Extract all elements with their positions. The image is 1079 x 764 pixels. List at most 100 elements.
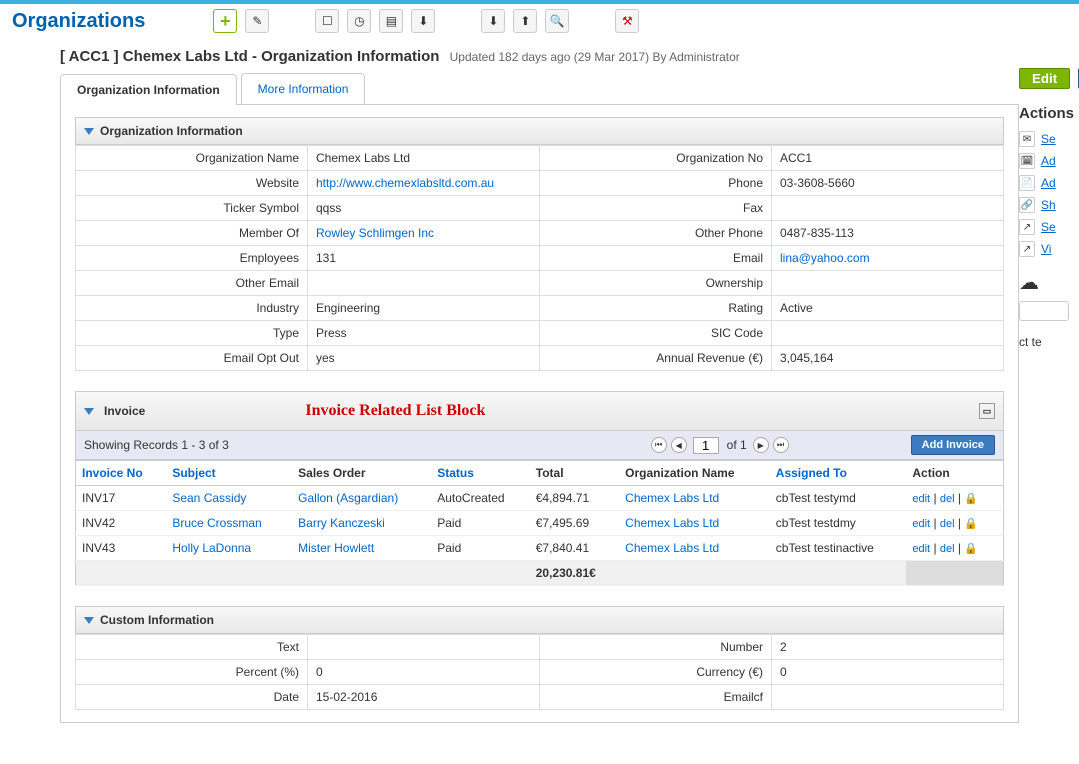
field-label: Currency (€) [540, 660, 772, 685]
lock-icon: 🔒 [964, 493, 978, 505]
header-toolbar: Organizations + ✎ ☐ ◷ ▤ ⬇ ⬇ ⬆ 🔍 ⚒ [0, 4, 1079, 38]
pager-prev-button[interactable]: ◀ [671, 437, 687, 453]
cell-subject-link[interactable]: Sean Cassidy [172, 491, 246, 505]
lock-icon: 🔒 [964, 518, 978, 530]
col-org[interactable]: Organization Name [619, 461, 770, 486]
export2-button[interactable]: ⬆ [513, 9, 537, 33]
table-row: INV17Sean CassidyGallon (Asgardian)AutoC… [76, 486, 1004, 511]
edit-button[interactable]: Edit [1019, 68, 1070, 89]
cell-invoice-no: INV17 [76, 486, 167, 511]
cell-so-link[interactable]: Gallon (Asgardian) [298, 491, 398, 505]
row-del-link[interactable]: del [940, 518, 955, 530]
import-button[interactable]: ⬇ [481, 9, 505, 33]
row-del-link[interactable]: del [940, 543, 955, 555]
hammer-button[interactable]: ⚒ [615, 9, 639, 33]
link[interactable]: http://www.chemexlabsltd.com.au [316, 176, 494, 190]
field-label: Rating [540, 296, 772, 321]
field-value: Active [772, 296, 1004, 321]
field-value: Chemex Labs Ltd [308, 146, 540, 171]
org-info-section-head[interactable]: Organization Information [75, 117, 1004, 145]
row-edit-link[interactable]: edit [912, 543, 930, 555]
cell-invoice-no: INV42 [76, 511, 167, 536]
org-info-table: Organization NameChemex Labs LtdOrganiza… [75, 145, 1004, 371]
row-edit-link[interactable]: edit [912, 493, 930, 505]
action-icon: ↗ [1019, 219, 1035, 235]
chevron-down-icon [84, 128, 94, 135]
cell-subject-link[interactable]: Holly LaDonna [172, 541, 251, 555]
col-sales-order[interactable]: Sales Order [292, 461, 431, 486]
edit-toolbar-button[interactable]: ✎ [245, 9, 269, 33]
field-label: Phone [540, 171, 772, 196]
cell-assigned: cbTest testinactive [770, 536, 907, 561]
row-edit-link[interactable]: edit [912, 518, 930, 530]
action-icon: 📄 [1019, 175, 1035, 191]
link[interactable]: Rowley Schlimgen Inc [316, 226, 434, 240]
pager-last-button[interactable]: ⏭ [773, 437, 789, 453]
col-subject[interactable]: Subject [166, 461, 292, 486]
add-invoice-button[interactable]: Add Invoice [911, 435, 995, 455]
cell-so-link[interactable]: Mister Howlett [298, 541, 374, 555]
import-icon: ⬇ [488, 14, 498, 28]
field-label: Fax [540, 196, 772, 221]
tab-org-info[interactable]: Organization Information [60, 74, 237, 105]
action-link[interactable]: Sh [1041, 198, 1056, 212]
lock-icon: 🔒 [964, 543, 978, 555]
action-link[interactable]: Se [1041, 220, 1056, 234]
collapse-icon[interactable]: ▭ [979, 403, 995, 419]
field-label: Type [76, 321, 308, 346]
col-status[interactable]: Status [431, 461, 530, 486]
list-view-button[interactable]: ☐ [315, 9, 339, 33]
field-value [308, 635, 540, 660]
page-title: Organizations [12, 10, 145, 33]
download-icon: ⬇ [418, 14, 428, 28]
add-record-button[interactable]: + [213, 9, 237, 33]
pager-first-button[interactable]: ⏮ [651, 437, 667, 453]
cell-invoice-no: INV43 [76, 536, 167, 561]
field-value [772, 321, 1004, 346]
export-button[interactable]: ⬇ [411, 9, 435, 33]
pager-page-input[interactable] [693, 437, 719, 454]
cell-org-link[interactable]: Chemex Labs Ltd [625, 516, 719, 530]
invoice-grand-total: 20,230.81€ [530, 561, 619, 586]
search-button[interactable]: 🔍 [545, 9, 569, 33]
action-link[interactable]: Ad [1041, 154, 1056, 168]
custom-info-section-head[interactable]: Custom Information [75, 606, 1004, 634]
field-value [308, 271, 540, 296]
invoice-section-head[interactable]: Invoice Invoice Related List Block ▭ [75, 391, 1004, 431]
action-link[interactable]: Ad [1041, 176, 1056, 190]
field-label: Emailcf [540, 685, 772, 710]
cell-status: Paid [431, 536, 530, 561]
col-total[interactable]: Total [530, 461, 619, 486]
cell-org-link[interactable]: Chemex Labs Ltd [625, 491, 719, 505]
calc-button[interactable]: ▤ [379, 9, 403, 33]
tab-more-info[interactable]: More Information [241, 73, 366, 104]
field-label: Member Of [76, 221, 308, 246]
field-label: Employees [76, 246, 308, 271]
cell-org-link[interactable]: Chemex Labs Ltd [625, 541, 719, 555]
field-value: 03-3608-5660 [772, 171, 1004, 196]
pager-next-button[interactable]: ▶ [753, 437, 769, 453]
field-label: Email [540, 246, 772, 271]
action-link[interactable]: Vi [1041, 242, 1051, 256]
hammer-icon: ⚒ [622, 14, 633, 28]
field-label: Other Email [76, 271, 308, 296]
cell-subject-link[interactable]: Bruce Crossman [172, 516, 261, 530]
invoice-section-title: Invoice [104, 404, 145, 418]
right-action-pane: Edit Du Actions ✉Se🗓Ad📄Ad🔗Sh↗Se↗Vi ☁ ct … [1019, 38, 1079, 723]
clock-view-button[interactable]: ◷ [347, 9, 371, 33]
field-value: yes [308, 346, 540, 371]
field-value [772, 271, 1004, 296]
row-del-link[interactable]: del [940, 493, 955, 505]
cell-actions: edit | del | 🔒 [906, 511, 1003, 536]
cell-so-link[interactable]: Barry Kanczeski [298, 516, 385, 530]
invoice-table: Invoice NoSubjectSales OrderStatusTotalO… [75, 460, 1004, 586]
link[interactable]: lina@yahoo.com [780, 251, 870, 265]
showing-records-label: Showing Records 1 - 3 of 3 [84, 438, 229, 452]
action-link[interactable]: Se [1041, 132, 1056, 146]
field-label: SIC Code [540, 321, 772, 346]
col-invoice-no[interactable]: Invoice No [76, 461, 167, 486]
field-label: Ownership [540, 271, 772, 296]
field-label: Number [540, 635, 772, 660]
tag-input[interactable] [1019, 301, 1069, 321]
col-assigned[interactable]: Assigned To [770, 461, 907, 486]
